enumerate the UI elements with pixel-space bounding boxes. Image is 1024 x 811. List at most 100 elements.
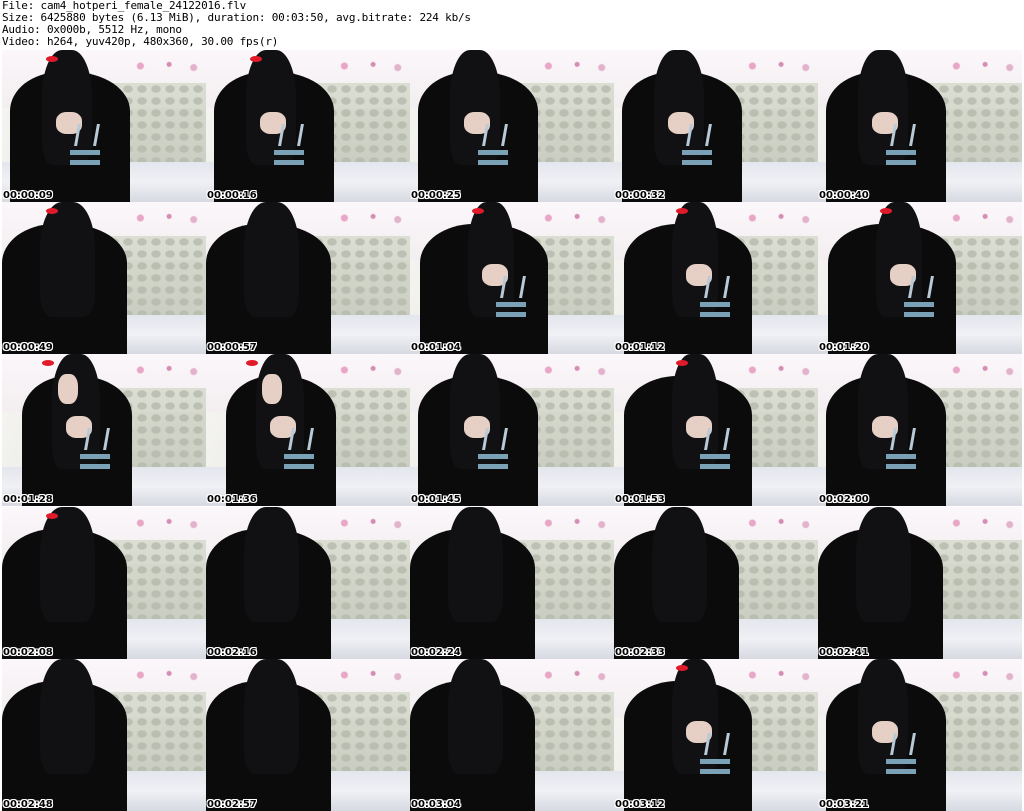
lips <box>676 664 688 671</box>
thumbnail-timestamp: 00:00:09 <box>3 190 53 201</box>
shirt-logo <box>278 124 304 146</box>
shirt-logo <box>686 124 712 146</box>
wall-decoration <box>124 666 206 683</box>
wall-decoration <box>736 514 818 531</box>
thumbnail-scene <box>410 202 614 355</box>
hair <box>672 658 718 774</box>
thumbnail-timestamp: 00:03:21 <box>819 798 869 810</box>
shirt-stripe <box>700 312 730 318</box>
shirt-stripe <box>70 150 100 155</box>
shirt-stripe <box>886 768 916 774</box>
hair <box>450 50 500 165</box>
thumbnail-scene <box>206 202 410 355</box>
hair <box>244 202 299 318</box>
shirt-stripe <box>478 464 508 470</box>
shirt-logo <box>704 276 730 299</box>
thumbnail-scene <box>206 506 410 659</box>
video-thumbnail: 00:03:04 <box>410 658 614 811</box>
thumbnail-timestamp: 00:00:16 <box>207 190 257 201</box>
thumbnail-scene <box>410 658 614 811</box>
hair <box>40 506 95 622</box>
shirt-stripe <box>700 464 730 470</box>
hair <box>52 354 100 470</box>
video-thumbnail: 00:01:12 <box>614 202 818 355</box>
thumbnail-timestamp: 00:02:48 <box>3 798 53 810</box>
thumbnail-scene <box>2 354 206 507</box>
shirt-stripe <box>700 758 730 764</box>
shirt-logo <box>890 732 916 755</box>
lips <box>46 512 58 519</box>
hair <box>40 658 95 774</box>
wall-decoration <box>940 58 1022 74</box>
shirt-logo <box>908 276 934 299</box>
wall-decoration <box>328 58 410 74</box>
shirt-stripe <box>682 150 712 155</box>
shirt-stripe <box>886 758 916 764</box>
hair <box>858 50 908 165</box>
shirt-stripe <box>284 454 314 460</box>
video-thumbnail: 00:03:12 <box>614 658 818 811</box>
wall-decoration <box>940 362 1022 379</box>
thumbnail-scene <box>614 50 818 202</box>
thumbnail-timestamp: 00:02:33 <box>615 646 665 658</box>
shirt-stripe <box>496 312 526 318</box>
wall-decoration <box>736 362 818 379</box>
shirt-logo <box>84 428 110 451</box>
thumbnail-scene <box>818 658 1022 811</box>
thumbnail-timestamp: 00:02:24 <box>411 646 461 658</box>
thumbnail-timestamp: 00:00:32 <box>615 190 665 201</box>
hair <box>654 50 704 165</box>
thumbnail-timestamp: 00:02:08 <box>3 646 53 658</box>
wall-decoration <box>328 210 410 227</box>
shirt-stripe <box>80 454 110 460</box>
hand <box>58 374 78 405</box>
shirt-logo <box>482 124 508 146</box>
video-thumbnail: 00:01:28 <box>2 354 206 507</box>
wall-decoration <box>736 210 818 227</box>
thumbnail-scene <box>818 506 1022 659</box>
shirt-stripe <box>904 312 934 318</box>
thumbnail-scene <box>818 50 1022 202</box>
thumbnail-timestamp: 00:01:45 <box>411 494 461 506</box>
hair <box>244 658 299 774</box>
shirt-logo <box>704 428 730 451</box>
file-info-header: File: cam4_hotperi_female_24122016.flv S… <box>2 0 1022 50</box>
shirt-logo <box>704 732 730 755</box>
hair <box>652 506 707 622</box>
thumbnail-scene <box>2 658 206 811</box>
wall-decoration <box>328 514 410 531</box>
video-thumbnail: 00:00:25 <box>410 50 614 202</box>
video-thumbnail: 00:00:57 <box>206 202 410 355</box>
thumbnail-scene <box>2 506 206 659</box>
video-thumbnail: 00:02:00 <box>818 354 1022 507</box>
thumbnail-scene <box>410 50 614 202</box>
video-thumbnail: 00:02:33 <box>614 506 818 659</box>
thumbnail-timestamp: 00:00:57 <box>207 342 257 354</box>
thumbnail-timestamp: 00:00:25 <box>411 190 461 201</box>
thumbnail-timestamp: 00:02:00 <box>819 494 869 506</box>
video-thumbnail: 00:00:09 <box>2 50 206 202</box>
shirt-stripe <box>886 160 916 165</box>
wall-decoration <box>124 514 206 531</box>
lips <box>250 56 262 62</box>
hair <box>672 202 718 318</box>
thumbnail-timestamp: 00:01:53 <box>615 494 665 506</box>
thumbnail-timestamp: 00:02:16 <box>207 646 257 658</box>
thumbnail-scene <box>206 658 410 811</box>
wall-decoration <box>328 362 410 379</box>
video-thumbnail: 00:01:53 <box>614 354 818 507</box>
lips <box>46 56 58 62</box>
thumbnail-scene <box>2 50 206 202</box>
shirt-stripe <box>904 302 934 308</box>
shirt-stripe <box>886 454 916 460</box>
video-thumbnail: 00:03:21 <box>818 658 1022 811</box>
wall-decoration <box>736 58 818 74</box>
thumbnail-grid: 00:00:09 00:00:16 00:00:25 00:00:32 00:00:40… <box>2 50 1022 811</box>
wall-decoration <box>532 666 614 683</box>
shirt-logo <box>890 428 916 451</box>
video-thumbnail: 00:01:36 <box>206 354 410 507</box>
thumbnail-scene <box>818 202 1022 355</box>
shirt-stripe <box>886 150 916 155</box>
thumbnail-scene <box>410 354 614 507</box>
wall-decoration <box>124 58 206 74</box>
